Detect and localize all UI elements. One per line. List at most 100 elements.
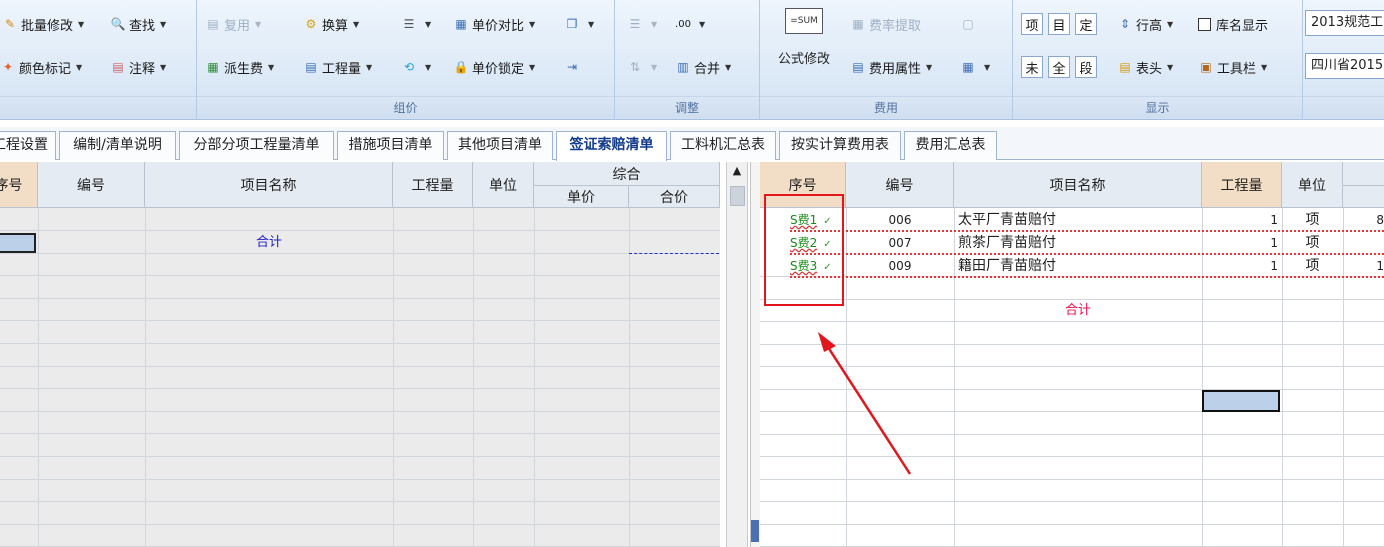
chevron-down-icon: ▼	[926, 62, 933, 72]
left-header-unit-price[interactable]: 单价	[534, 186, 629, 208]
ribbon-group-label	[0, 96, 196, 118]
convert-icon: ⚙	[305, 17, 317, 31]
selected-cell[interactable]	[0, 233, 36, 253]
left-header-seq[interactable]: 序号	[0, 162, 38, 208]
tab-project-settings[interactable]: 工程设置	[0, 131, 56, 160]
search-button[interactable]: 🔍 查找 ▼	[110, 12, 167, 36]
left-header-name[interactable]: 项目名称	[145, 162, 393, 208]
tab-actual-cost[interactable]: 按实计算费用表	[779, 131, 901, 160]
row-unit[interactable]: 项	[1282, 209, 1343, 231]
chevron-down-icon: ▼	[160, 62, 167, 72]
grid-hline	[760, 344, 1384, 345]
color-mark-icon: ✦	[2, 60, 14, 74]
row-unit-price[interactable]: 1	[1343, 255, 1384, 277]
right-header-code[interactable]: 编号	[846, 162, 954, 208]
grid-vline	[534, 208, 535, 547]
left-header-quantity[interactable]: 工程量	[393, 162, 473, 208]
grid-hline	[0, 230, 720, 231]
row-code[interactable]: 009	[846, 255, 954, 277]
region-library-select[interactable]: 四川省2015	[1305, 53, 1384, 79]
show-all-button[interactable]: 全	[1048, 56, 1070, 78]
tab-measures[interactable]: 措施项目清单	[337, 131, 444, 160]
grid-hline	[760, 366, 1384, 367]
calculator-button[interactable]: ▦ ▼	[960, 55, 990, 79]
show-catalog-button[interactable]: 目	[1048, 13, 1070, 35]
tab-visa-claims[interactable]: 签证索赔清单	[556, 131, 667, 161]
comment-icon: ▤	[112, 60, 124, 74]
left-vertical-scrollbar[interactable]: ▲	[726, 162, 748, 547]
rate-extract-button[interactable]: ▦ 费率提取	[850, 12, 921, 36]
price-compare-button[interactable]: ▦ 单价对比 ▼	[453, 12, 535, 36]
left-total-underline	[629, 253, 719, 254]
selected-quantity-cell[interactable]	[1202, 390, 1280, 412]
decimal-button[interactable]: .00 ▼	[675, 12, 705, 36]
ribbon-group-label: 显示	[1013, 96, 1302, 118]
preview-button[interactable]: ▢	[960, 12, 979, 36]
show-section-button[interactable]: 段	[1075, 56, 1097, 78]
grid-hline	[0, 524, 720, 525]
list-button[interactable]: ☰ ▼	[401, 12, 432, 36]
indent-button[interactable]: ☰ ▼	[627, 12, 658, 36]
reuse-icon: ▤	[207, 17, 219, 31]
right-header-unit[interactable]: 单位	[1282, 162, 1343, 208]
right-header-name[interactable]: 项目名称	[954, 162, 1202, 208]
convert-button[interactable]: ⚙ 换算 ▼	[303, 12, 360, 36]
chevron-down-icon: ▼	[588, 19, 595, 29]
scrollbar-thumb[interactable]	[730, 186, 745, 206]
grid-vline	[629, 208, 630, 547]
comment-button[interactable]: ▤ 注释 ▼	[110, 55, 166, 79]
row-name[interactable]: 太平厂青苗赔付	[958, 209, 1202, 231]
right-header-unit-price[interactable]: 单	[1343, 186, 1384, 208]
spec-library-select[interactable]: 2013规范工	[1305, 10, 1384, 36]
quantity-button[interactable]: ▤ 工程量 ▼	[303, 55, 372, 79]
tab-subitem-quantities[interactable]: 分部分项工程量清单	[179, 131, 334, 160]
price-lock-button[interactable]: 🔒 单价锁定 ▼	[453, 55, 536, 79]
table-header-button[interactable]: ▤ 表头 ▼	[1117, 55, 1173, 79]
right-total-label: 合计	[1064, 303, 1091, 318]
derived-fee-button[interactable]: ▦ 派生费 ▼	[205, 55, 274, 79]
row-height-button[interactable]: ⇕ 行高 ▼	[1117, 12, 1173, 36]
row-code[interactable]: 006	[846, 209, 954, 231]
left-header-code[interactable]: 编号	[38, 162, 145, 208]
derived-fee-icon: ▦	[207, 60, 219, 74]
row-quantity[interactable]: 1	[1202, 232, 1278, 254]
left-header-total-price[interactable]: 合价	[629, 186, 720, 208]
right-header-quantity[interactable]: 工程量	[1202, 162, 1282, 208]
tab-compile-notes[interactable]: 编制/清单说明	[59, 131, 176, 160]
merge-button[interactable]: ▥ 合并 ▼	[675, 55, 731, 79]
tab-other-items[interactable]: 其他项目清单	[447, 131, 553, 160]
library-name-checkbox[interactable]: 库名显示	[1198, 12, 1268, 36]
tab-material-summary[interactable]: 工料机汇总表	[670, 131, 776, 160]
export-button[interactable]: ⇥	[564, 55, 583, 79]
left-header-unit[interactable]: 单位	[473, 162, 534, 208]
show-unfinished-button[interactable]: 未	[1021, 56, 1043, 78]
show-item-button[interactable]: 项	[1021, 13, 1043, 35]
chevron-up-icon[interactable]: ▲	[727, 164, 747, 182]
replace-button[interactable]: ⟲ ▼	[401, 55, 431, 79]
row-unit[interactable]: 项	[1282, 232, 1343, 254]
row-unit-price[interactable]	[1343, 232, 1384, 254]
tab-fee-summary[interactable]: 费用汇总表	[904, 131, 997, 160]
row-code[interactable]: 007	[846, 232, 954, 254]
splitter-handle[interactable]	[751, 520, 759, 542]
ribbon-group-fees: =SUM 公式修改 ▦ 费率提取 ▢ ▤ 费用属性 ▼ ▦ ▼ 费用	[760, 0, 1013, 120]
row-name[interactable]: 煎茶厂青苗赔付	[958, 232, 1202, 254]
sort-button[interactable]: ⇅ ▼	[627, 55, 657, 79]
reuse-button[interactable]: ▤ 复用 ▼	[205, 12, 261, 36]
fee-property-button[interactable]: ▤ 费用属性 ▼	[850, 55, 932, 79]
chevron-down-icon: ▼	[529, 62, 536, 72]
grid-hline	[760, 456, 1384, 457]
row-quantity[interactable]: 1	[1202, 209, 1278, 231]
color-mark-button[interactable]: ✦ 颜色标记 ▼	[0, 55, 82, 79]
grid-hline	[0, 479, 720, 480]
copy-button[interactable]: ❐ ▼	[564, 12, 595, 36]
toolbar-button[interactable]: ▣ 工具栏 ▼	[1198, 55, 1267, 79]
ribbon-group-label: 调整	[615, 96, 759, 118]
formula-edit-button[interactable]: =SUM 公式修改	[770, 8, 838, 67]
show-quota-button[interactable]: 定	[1075, 13, 1097, 35]
row-name[interactable]: 籍田厂青苗赔付	[958, 255, 1202, 277]
batch-edit-button[interactable]: ✎ 批量修改 ▼	[2, 12, 84, 36]
row-unit[interactable]: 项	[1282, 255, 1343, 277]
row-quantity[interactable]: 1	[1202, 255, 1278, 277]
row-unit-price[interactable]: 8	[1343, 209, 1384, 231]
